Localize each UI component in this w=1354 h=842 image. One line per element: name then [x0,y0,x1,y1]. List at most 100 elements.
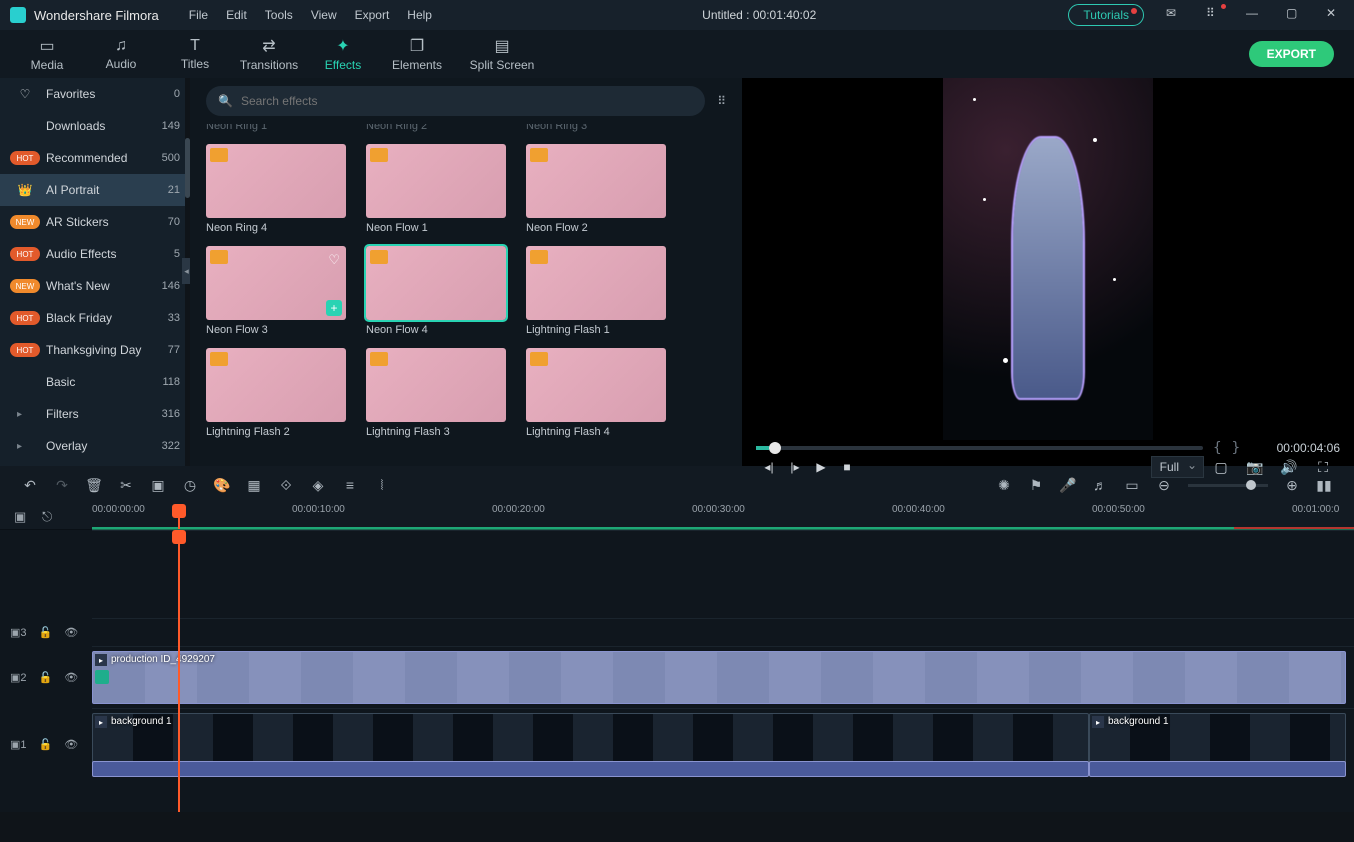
window-close-icon[interactable]: ✕ [1326,6,1344,24]
audio-wave-icon[interactable]: ⦚ [366,477,398,494]
sidebar-item-thanksgiving-day[interactable]: HOTThanksgiving Day77 [0,334,190,366]
sidebar-item-ai-portrait[interactable]: 👑AI Portrait21 [0,174,190,206]
track-2[interactable]: ▣2🔓👁 ▸ production ID_4929207 [0,646,1354,708]
track-manager-icon[interactable]: ▣ [14,509,42,525]
sidebar-item-basic[interactable]: Basic118 [0,366,190,398]
cut-icon[interactable]: ✂ [110,477,142,494]
menu-tools[interactable]: Tools [265,8,293,22]
window-minimize-icon[interactable]: — [1246,6,1264,24]
mark-in-icon[interactable]: { [1213,440,1221,456]
search-input[interactable] [241,94,693,108]
menu-view[interactable]: View [311,8,337,22]
menu-file[interactable]: File [189,8,208,22]
sidebar-item-favorites[interactable]: ♡Favorites0 [0,78,190,110]
menu-edit[interactable]: Edit [226,8,247,22]
effect-thumbnail[interactable]: ♡ + [206,246,346,320]
export-button[interactable]: EXPORT [1249,41,1334,67]
render-icon[interactable]: ✺ [988,477,1020,494]
sidebar-item-overlay[interactable]: ▸Overlay322 [0,430,190,462]
lock-icon[interactable]: 🔓 [39,671,53,684]
eye-icon[interactable]: 👁 [64,626,78,639]
tasks-icon[interactable]: ⠿ [1206,6,1224,24]
add-icon[interactable]: + [326,300,342,316]
effect-thumbnail[interactable] [526,348,666,422]
greenscreen-icon[interactable]: ▦ [238,477,270,494]
audiomix-icon[interactable]: ♬ [1084,477,1116,493]
sidebar-item-black-friday[interactable]: HOTBlack Friday33 [0,302,190,334]
effect-item[interactable]: Neon Flow 4 [366,246,506,342]
effect-thumbnail[interactable] [366,144,506,218]
eye-icon[interactable]: 👁 [64,671,78,684]
sidebar-item-what-s-new[interactable]: NEWWhat's New146 [0,270,190,302]
snapshot-icon[interactable]: 📷 [1238,459,1272,476]
voiceover-icon[interactable]: 🎤 [1052,477,1084,494]
track-1[interactable]: ▣1🔓👁 ▸ background 1 ▸ background 1 [0,708,1354,780]
heart-icon[interactable]: ♡ [328,252,340,268]
tab-elements[interactable]: ❐Elements [380,36,454,72]
effect-thumbnail[interactable] [366,348,506,422]
delete-icon[interactable]: 🗑 [78,477,110,494]
speed-icon[interactable]: ◷ [174,477,206,494]
effect-thumbnail[interactable] [366,246,506,320]
sidebar-item-ar-stickers[interactable]: NEWAR Stickers70 [0,206,190,238]
crop-icon[interactable]: ▣ [142,477,174,494]
tab-transitions[interactable]: ⇄Transitions [232,36,306,72]
effect-item[interactable]: Lightning Flash 4 [526,348,666,444]
effect-item[interactable]: Lightning Flash 2 [206,348,346,444]
play-button[interactable]: ▶ [808,460,834,474]
clip-audio-b[interactable] [1089,761,1346,777]
sidebar-collapse-toggle[interactable]: ◂ [182,258,190,284]
detach-icon[interactable]: ⟐ [270,477,302,494]
tab-media[interactable]: ▭Media [10,36,84,72]
zoom-out-icon[interactable]: ⊖ [1148,477,1180,494]
effect-thumbnail[interactable] [206,348,346,422]
sidebar-item-audio-effects[interactable]: HOTAudio Effects5 [0,238,190,270]
sidebar-item-recommended[interactable]: HOTRecommended500 [0,142,190,174]
lock-icon[interactable]: 🔓 [39,626,53,639]
effect-item[interactable]: ♡ + Neon Flow 3 [206,246,346,342]
color-icon[interactable]: 🎨 [206,477,238,494]
undo-icon[interactable]: ↶ [14,477,46,494]
menu-help[interactable]: Help [407,8,432,22]
tab-effects[interactable]: ✦Effects [306,36,380,72]
zoom-slider[interactable] [1188,484,1268,487]
prev-frame-button[interactable]: ◂| [756,460,782,474]
lock-icon[interactable]: 🔓 [39,738,53,751]
effect-item[interactable]: Neon Flow 1 [366,144,506,240]
volume-icon[interactable]: 🔊 [1272,459,1306,476]
adjust-icon[interactable]: ≡ [334,477,366,493]
link-icon[interactable]: ⎋ [42,509,70,525]
snap-icon[interactable]: ▭ [1116,477,1148,494]
mark-out-icon[interactable]: } [1232,440,1240,456]
menu-export[interactable]: Export [355,8,390,22]
effect-thumbnail[interactable] [526,144,666,218]
marker-icon[interactable]: ⚑ [1020,477,1052,494]
eye-icon[interactable]: 👁 [64,738,78,751]
effect-item[interactable]: Lightning Flash 3 [366,348,506,444]
track-3[interactable]: ▣3🔓👁 [0,618,1354,646]
timeline-ruler[interactable]: 00:00:00:0000:00:10:0000:00:20:0000:00:3… [92,504,1354,530]
window-maximize-icon[interactable]: ▢ [1286,6,1304,24]
tab-titles[interactable]: TTitles [158,37,232,71]
tab-audio[interactable]: ♫Audio [84,37,158,71]
preview-quality-select[interactable]: Full [1151,456,1204,478]
effect-item[interactable]: Neon Ring 4 [206,144,346,240]
sidebar-item-downloads[interactable]: Downloads149 [0,110,190,142]
display-icon[interactable]: ▢ [1204,459,1238,476]
tab-split-screen[interactable]: ▤Split Screen [454,36,550,72]
playhead[interactable] [178,504,180,529]
grid-view-icon[interactable]: ⠿ [717,94,726,108]
stop-button[interactable]: ■ [834,460,860,474]
effect-item[interactable]: Neon Flow 2 [526,144,666,240]
zoom-in-icon[interactable]: ⊕ [1276,477,1308,494]
next-frame-button[interactable]: |▸ [782,460,808,474]
clip-video[interactable]: ▸ production ID_4929207 [92,651,1346,704]
redo-icon[interactable]: ↷ [46,477,78,494]
keyframe-icon[interactable]: ◈ [302,477,334,494]
mail-icon[interactable]: ✉ [1166,6,1184,24]
search-effects[interactable]: 🔍 [206,86,705,116]
sidebar-item-filters[interactable]: ▸Filters316 [0,398,190,430]
clip-audio-a[interactable] [92,761,1089,777]
fullscreen-icon[interactable]: ⛶ [1306,459,1340,476]
effect-item[interactable]: Lightning Flash 1 [526,246,666,342]
